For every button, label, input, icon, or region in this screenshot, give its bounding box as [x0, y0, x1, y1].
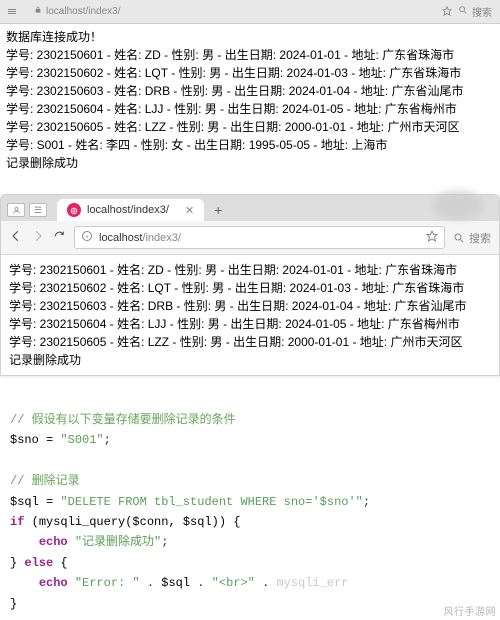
tab-close-icon[interactable]: ✕: [185, 204, 194, 217]
code-comment: // 假设有以下变量存储要删除记录的条件: [10, 413, 236, 427]
url-host: localhost: [99, 232, 142, 244]
db-connect-success: 数据库连接成功！: [6, 28, 494, 46]
delete-success-text: 记录删除成功: [6, 154, 494, 172]
bookmark-star-icon[interactable]: [442, 5, 452, 19]
outer-search-placeholder: 搜索: [472, 4, 492, 19]
search-icon: [458, 5, 468, 18]
outer-url-text[interactable]: localhost/index3/: [46, 6, 121, 17]
bookmark-star-icon[interactable]: [426, 230, 438, 245]
outer-page-content: 数据库连接成功！ 学号: 2302150601 - 姓名: ZD - 性别: 男…: [0, 24, 500, 176]
window-controls: ☰: [7, 203, 47, 217]
forward-button-icon[interactable]: [31, 229, 45, 246]
record-line: 学号: 2302150604 - 姓名: LJJ - 性别: 男 - 出生日期:…: [9, 315, 491, 333]
inner-browser-window: ☰ ◎ localhost/index3/ ✕ + localhost/inde…: [0, 194, 500, 376]
code-line: $sno = "S001";: [10, 430, 490, 450]
record-line: 学号: 2302150605 - 姓名: LZZ - 性别: 男 - 出生日期:…: [6, 118, 494, 136]
new-tab-button[interactable]: +: [214, 202, 222, 218]
code-line: if (mysqli_query($conn, $sql)) {: [10, 512, 490, 532]
inner-url-bar: localhost/index3/ 搜索: [1, 221, 499, 255]
php-code-block: // 假设有以下变量存储要删除记录的条件 $sno = "S001"; // 删…: [0, 404, 500, 620]
url-path: /index3/: [142, 232, 181, 244]
tab-favicon-icon: ◎: [67, 203, 81, 217]
account-icon[interactable]: [7, 203, 25, 217]
record-line: 学号: 2302150602 - 姓名: LQT - 性别: 男 - 出生日期:…: [6, 64, 494, 82]
delete-success-text: 记录删除成功: [9, 351, 491, 369]
code-comment: // 删除记录: [10, 474, 80, 488]
record-line: 学号: 2302150602 - 姓名: LQT - 性别: 男 - 出生日期:…: [9, 279, 491, 297]
record-line: 学号: 2302150601 - 姓名: ZD - 性别: 男 - 出生日期: …: [9, 261, 491, 279]
record-line: 学号: 2302150601 - 姓名: ZD - 性别: 男 - 出生日期: …: [6, 46, 494, 64]
tab-title-text: localhost/index3/: [87, 204, 169, 216]
inner-search-placeholder: 搜索: [469, 230, 491, 246]
browser-tab[interactable]: ◎ localhost/index3/ ✕: [57, 199, 204, 221]
inner-page-content: 学号: 2302150601 - 姓名: ZD - 性别: 男 - 出生日期: …: [1, 255, 499, 375]
record-line: 学号: 2302150604 - 姓名: LJJ - 性别: 男 - 出生日期:…: [6, 100, 494, 118]
record-line: 学号: 2302150603 - 姓名: DRB - 性别: 男 - 出生日期:…: [6, 82, 494, 100]
site-info-icon[interactable]: [81, 230, 93, 245]
url-text: localhost/index3/: [99, 232, 420, 244]
window-box-icon[interactable]: ☰: [29, 203, 47, 217]
code-line: $sql = "DELETE FROM tbl_student WHERE sn…: [10, 492, 490, 512]
outer-browser-toolbar: localhost/index3/ 搜索: [0, 0, 500, 24]
record-line: 学号: 2302150605 - 姓名: LZZ - 性别: 男 - 出生日期:…: [9, 333, 491, 351]
outer-search-box[interactable]: 搜索: [458, 4, 492, 19]
code-line: }: [10, 594, 490, 614]
menu-icon[interactable]: [8, 9, 16, 14]
blurred-avatar: [433, 190, 483, 220]
back-button-icon[interactable]: [9, 229, 23, 246]
code-line: echo "记录删除成功";: [10, 532, 490, 552]
inner-search-box[interactable]: 搜索: [453, 230, 491, 246]
record-line: 学号: 2302150603 - 姓名: DRB - 性别: 男 - 出生日期:…: [9, 297, 491, 315]
code-line: } else {: [10, 553, 490, 573]
toolbar-left: localhost/index3/: [8, 6, 121, 17]
record-line: 学号: S001 - 姓名: 李四 - 性别: 女 - 出生日期: 1995-0…: [6, 136, 494, 154]
refresh-button-icon[interactable]: [53, 230, 66, 246]
url-input-field[interactable]: localhost/index3/: [74, 226, 445, 249]
lock-icon: [34, 6, 42, 17]
code-line: echo "Error: " . $sql . "<br>" . mysqli_…: [10, 573, 490, 593]
inner-tab-bar: ☰ ◎ localhost/index3/ ✕ +: [1, 195, 499, 221]
watermark-text: 风行手游网: [444, 603, 497, 618]
